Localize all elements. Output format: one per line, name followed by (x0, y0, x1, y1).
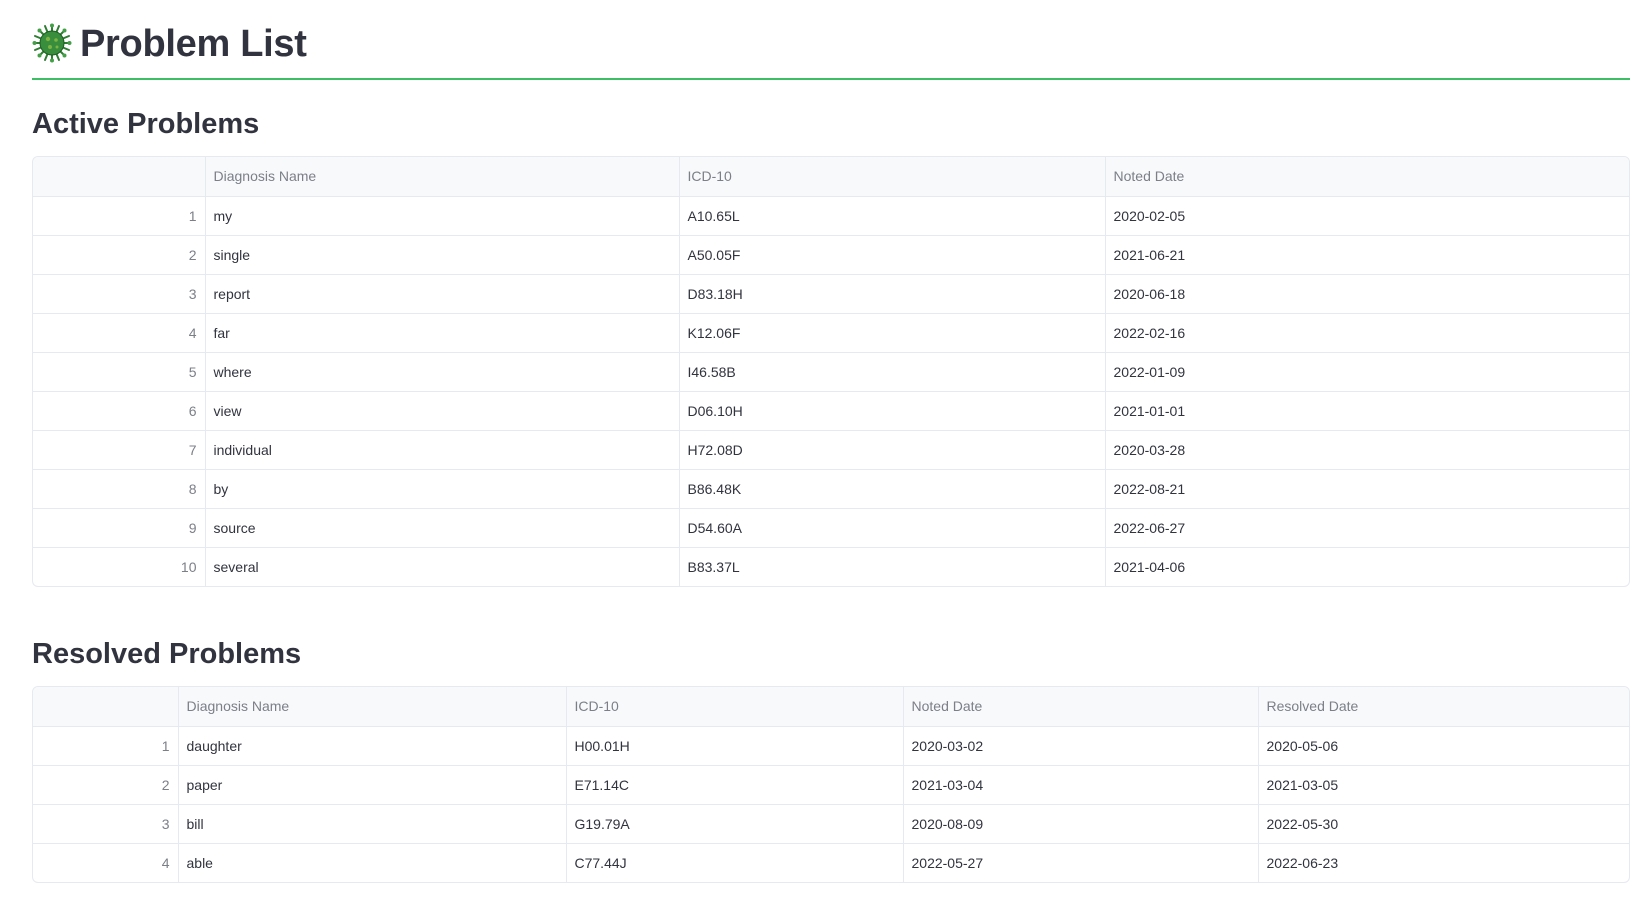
table-row[interactable]: 8 by B86.48K 2022-08-21 (33, 469, 1629, 509)
row-index: 7 (33, 430, 206, 470)
noted-date-cell[interactable]: 2022-02-16 (1105, 313, 1629, 353)
diagnosis-name-cell[interactable]: single (205, 235, 680, 275)
row-index: 4 (33, 313, 206, 353)
noted-date-cell[interactable]: 2022-08-21 (1105, 469, 1629, 509)
page-title: Problem List (80, 23, 307, 65)
noted-date-cell[interactable]: 2020-03-02 (903, 726, 1259, 766)
noted-date-cell[interactable]: 2020-02-05 (1105, 196, 1629, 236)
diagnosis-name-cell[interactable]: daughter (178, 726, 567, 766)
icd10-cell[interactable]: D54.60A (679, 508, 1106, 548)
row-index: 5 (33, 352, 206, 392)
diagnosis-name-cell[interactable]: individual (205, 430, 680, 470)
row-index: 10 (33, 547, 206, 586)
table-row[interactable]: 1 daughter H00.01H 2020-03-02 2020-05-06 (33, 726, 1629, 766)
icd10-cell[interactable]: A10.65L (679, 196, 1106, 236)
resolved-problems-table[interactable]: Diagnosis Name ICD-10 Noted Date Resolve… (32, 686, 1630, 883)
table-row[interactable]: 9 source D54.60A 2022-06-27 (33, 508, 1629, 548)
diagnosis-name-cell[interactable]: bill (178, 804, 567, 844)
active-problems-heading: Active Problems (32, 108, 260, 140)
icd10-cell[interactable]: I46.58B (679, 352, 1106, 392)
icd10-cell[interactable]: H72.08D (679, 430, 1106, 470)
icd10-cell[interactable]: H00.01H (566, 726, 904, 766)
icd10-column-header[interactable]: ICD-10 (566, 687, 904, 727)
row-index: 1 (33, 726, 179, 766)
index-column-header (33, 687, 179, 727)
row-index: 2 (33, 765, 179, 805)
resolved-date-cell[interactable]: 2022-05-30 (1258, 804, 1629, 844)
table-row[interactable]: 3 report D83.18H 2020-06-18 (33, 274, 1629, 314)
diagnosis-name-cell[interactable]: view (205, 391, 680, 431)
noted-date-cell[interactable]: 2021-04-06 (1105, 547, 1629, 586)
table-row[interactable]: 10 several B83.37L 2021-04-06 (33, 547, 1629, 586)
diagnosis-name-cell[interactable]: far (205, 313, 680, 353)
table-row[interactable]: 6 view D06.10H 2021-01-01 (33, 391, 1629, 431)
table-row[interactable]: 4 far K12.06F 2022-02-16 (33, 313, 1629, 353)
diagnosis-name-cell[interactable]: where (205, 352, 680, 392)
icd10-cell[interactable]: A50.05F (679, 235, 1106, 275)
noted-date-cell[interactable]: 2021-01-01 (1105, 391, 1629, 431)
noted-date-cell[interactable]: 2021-06-21 (1105, 235, 1629, 275)
noted-date-cell[interactable]: 2021-03-04 (903, 765, 1259, 805)
table-row[interactable]: 2 paper E71.14C 2021-03-04 2021-03-05 (33, 765, 1629, 805)
icd10-cell[interactable]: G19.79A (566, 804, 904, 844)
diagnosis-name-cell[interactable]: by (205, 469, 680, 509)
icd10-cell[interactable]: D83.18H (679, 274, 1106, 314)
noted-date-column-header[interactable]: Noted Date (903, 687, 1259, 727)
row-index: 3 (33, 274, 206, 314)
resolved-problems-heading: Resolved Problems (32, 638, 302, 670)
resolved-date-column-header[interactable]: Resolved Date (1258, 687, 1629, 727)
active-problems-table[interactable]: Diagnosis Name ICD-10 Noted Date 1 my A10.… (32, 156, 1630, 587)
icd10-cell[interactable]: K12.06F (679, 313, 1106, 353)
diagnosis-name-column-header[interactable]: Diagnosis Name (205, 157, 680, 197)
table-row[interactable]: 4 able C77.44J 2022-05-27 2022-06-23 (33, 843, 1629, 882)
diagnosis-name-cell[interactable]: paper (178, 765, 567, 805)
resolved-date-cell[interactable]: 2021-03-05 (1258, 765, 1629, 805)
index-column-header (33, 157, 206, 197)
row-index: 8 (33, 469, 206, 509)
noted-date-cell[interactable]: 2022-06-27 (1105, 508, 1629, 548)
diagnosis-name-cell[interactable]: several (205, 547, 680, 586)
noted-date-cell[interactable]: 2022-05-27 (903, 843, 1259, 882)
table-row[interactable]: 2 single A50.05F 2021-06-21 (33, 235, 1629, 275)
diagnosis-name-cell[interactable]: my (205, 196, 680, 236)
row-index: 6 (33, 391, 206, 431)
table-row[interactable]: 1 my A10.65L 2020-02-05 (33, 196, 1629, 236)
row-index: 3 (33, 804, 179, 844)
row-index: 4 (33, 843, 179, 882)
noted-date-cell[interactable]: 2020-06-18 (1105, 274, 1629, 314)
diagnosis-name-cell[interactable]: source (205, 508, 680, 548)
title-row: Problem List (32, 20, 1630, 80)
row-index: 9 (33, 508, 206, 548)
diagnosis-name-column-header[interactable]: Diagnosis Name (178, 687, 567, 727)
resolved-date-cell[interactable]: 2022-06-23 (1258, 843, 1629, 882)
diagnosis-name-cell[interactable]: able (178, 843, 567, 882)
table-header-row: Diagnosis Name ICD-10 Noted Date Resolve… (33, 687, 1629, 727)
row-index: 2 (33, 235, 206, 275)
icd10-column-header[interactable]: ICD-10 (679, 157, 1106, 197)
icd10-cell[interactable]: B86.48K (679, 469, 1106, 509)
noted-date-cell[interactable]: 2020-08-09 (903, 804, 1259, 844)
table-row[interactable]: 3 bill G19.79A 2020-08-09 2022-05-30 (33, 804, 1629, 844)
noted-date-column-header[interactable]: Noted Date (1105, 157, 1629, 197)
icd10-cell[interactable]: D06.10H (679, 391, 1106, 431)
problem-list-page: Problem List Active Problems Diagnosis N… (0, 0, 1648, 920)
resolved-date-cell[interactable]: 2020-05-06 (1258, 726, 1629, 766)
row-index: 1 (33, 196, 206, 236)
table-row[interactable]: 5 where I46.58B 2022-01-09 (33, 352, 1629, 392)
icd10-cell[interactable]: E71.14C (566, 765, 904, 805)
noted-date-cell[interactable]: 2022-01-09 (1105, 352, 1629, 392)
noted-date-cell[interactable]: 2020-03-28 (1105, 430, 1629, 470)
table-row[interactable]: 7 individual H72.08D 2020-03-28 (33, 430, 1629, 470)
diagnosis-name-cell[interactable]: report (205, 274, 680, 314)
icd10-cell[interactable]: B83.37L (679, 547, 1106, 586)
virus-icon (32, 23, 72, 63)
icd10-cell[interactable]: C77.44J (566, 843, 904, 882)
table-header-row: Diagnosis Name ICD-10 Noted Date (33, 157, 1629, 197)
